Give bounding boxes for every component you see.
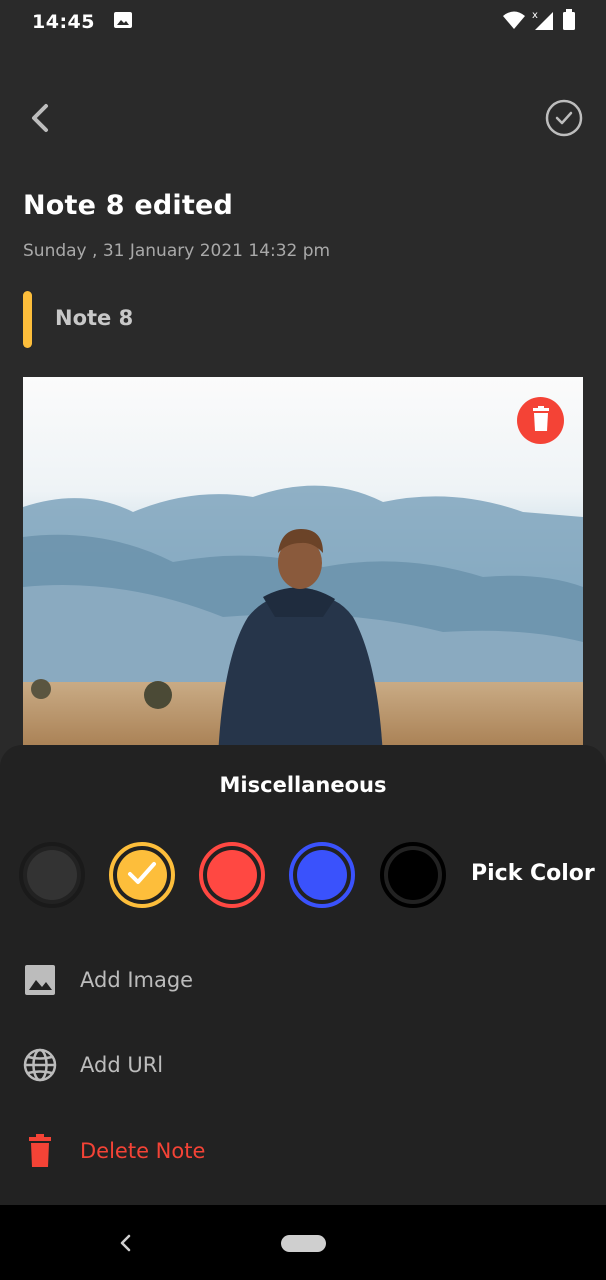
- color-option-default[interactable]: [19, 842, 85, 908]
- add-url-label: Add URl: [80, 1053, 164, 1077]
- signal-icon: x: [532, 9, 556, 35]
- status-time: 14:45: [32, 11, 95, 33]
- note-date: Sunday , 31 January 2021 14:32 pm: [23, 241, 331, 261]
- add-image-button[interactable]: Add Image: [22, 960, 422, 1000]
- svg-text:x: x: [532, 10, 538, 21]
- add-image-label: Add Image: [80, 968, 194, 992]
- image-icon: [22, 962, 58, 998]
- remove-image-button[interactable]: [517, 397, 564, 444]
- note-subtitle-input[interactable]: Note 8: [55, 306, 133, 330]
- delete-note-button[interactable]: Delete Note: [22, 1131, 422, 1171]
- wifi-icon: [502, 10, 526, 34]
- color-option-black[interactable]: [380, 842, 446, 908]
- trash-icon: [22, 1133, 58, 1169]
- delete-note-label: Delete Note: [80, 1139, 206, 1163]
- pick-color-button[interactable]: Pick Color: [471, 861, 595, 886]
- nav-back-button[interactable]: [112, 1229, 140, 1257]
- note-image[interactable]: [23, 377, 583, 757]
- check-icon: [127, 860, 157, 890]
- color-option-yellow[interactable]: [109, 842, 175, 908]
- back-button[interactable]: [20, 96, 60, 140]
- image-icon: [113, 11, 133, 33]
- sheet-title[interactable]: Miscellaneous: [0, 773, 606, 797]
- navigation-bar: [0, 1205, 606, 1280]
- color-option-blue[interactable]: [289, 842, 355, 908]
- note-title-input[interactable]: Note 8 edited: [23, 190, 233, 221]
- status-bar: 14:45 x: [0, 0, 606, 44]
- trash-icon: [530, 405, 552, 436]
- save-button[interactable]: [544, 98, 584, 138]
- nav-home-button[interactable]: [281, 1235, 326, 1252]
- globe-icon: [22, 1047, 58, 1083]
- battery-icon: [562, 9, 576, 35]
- color-option-red[interactable]: [199, 842, 265, 908]
- check-circle-icon: [544, 99, 584, 142]
- subtitle-indicator: [23, 291, 32, 348]
- miscellaneous-sheet: Miscellaneous Pick Color Add Image Add U…: [0, 745, 606, 1205]
- add-url-button[interactable]: Add URl: [22, 1045, 422, 1085]
